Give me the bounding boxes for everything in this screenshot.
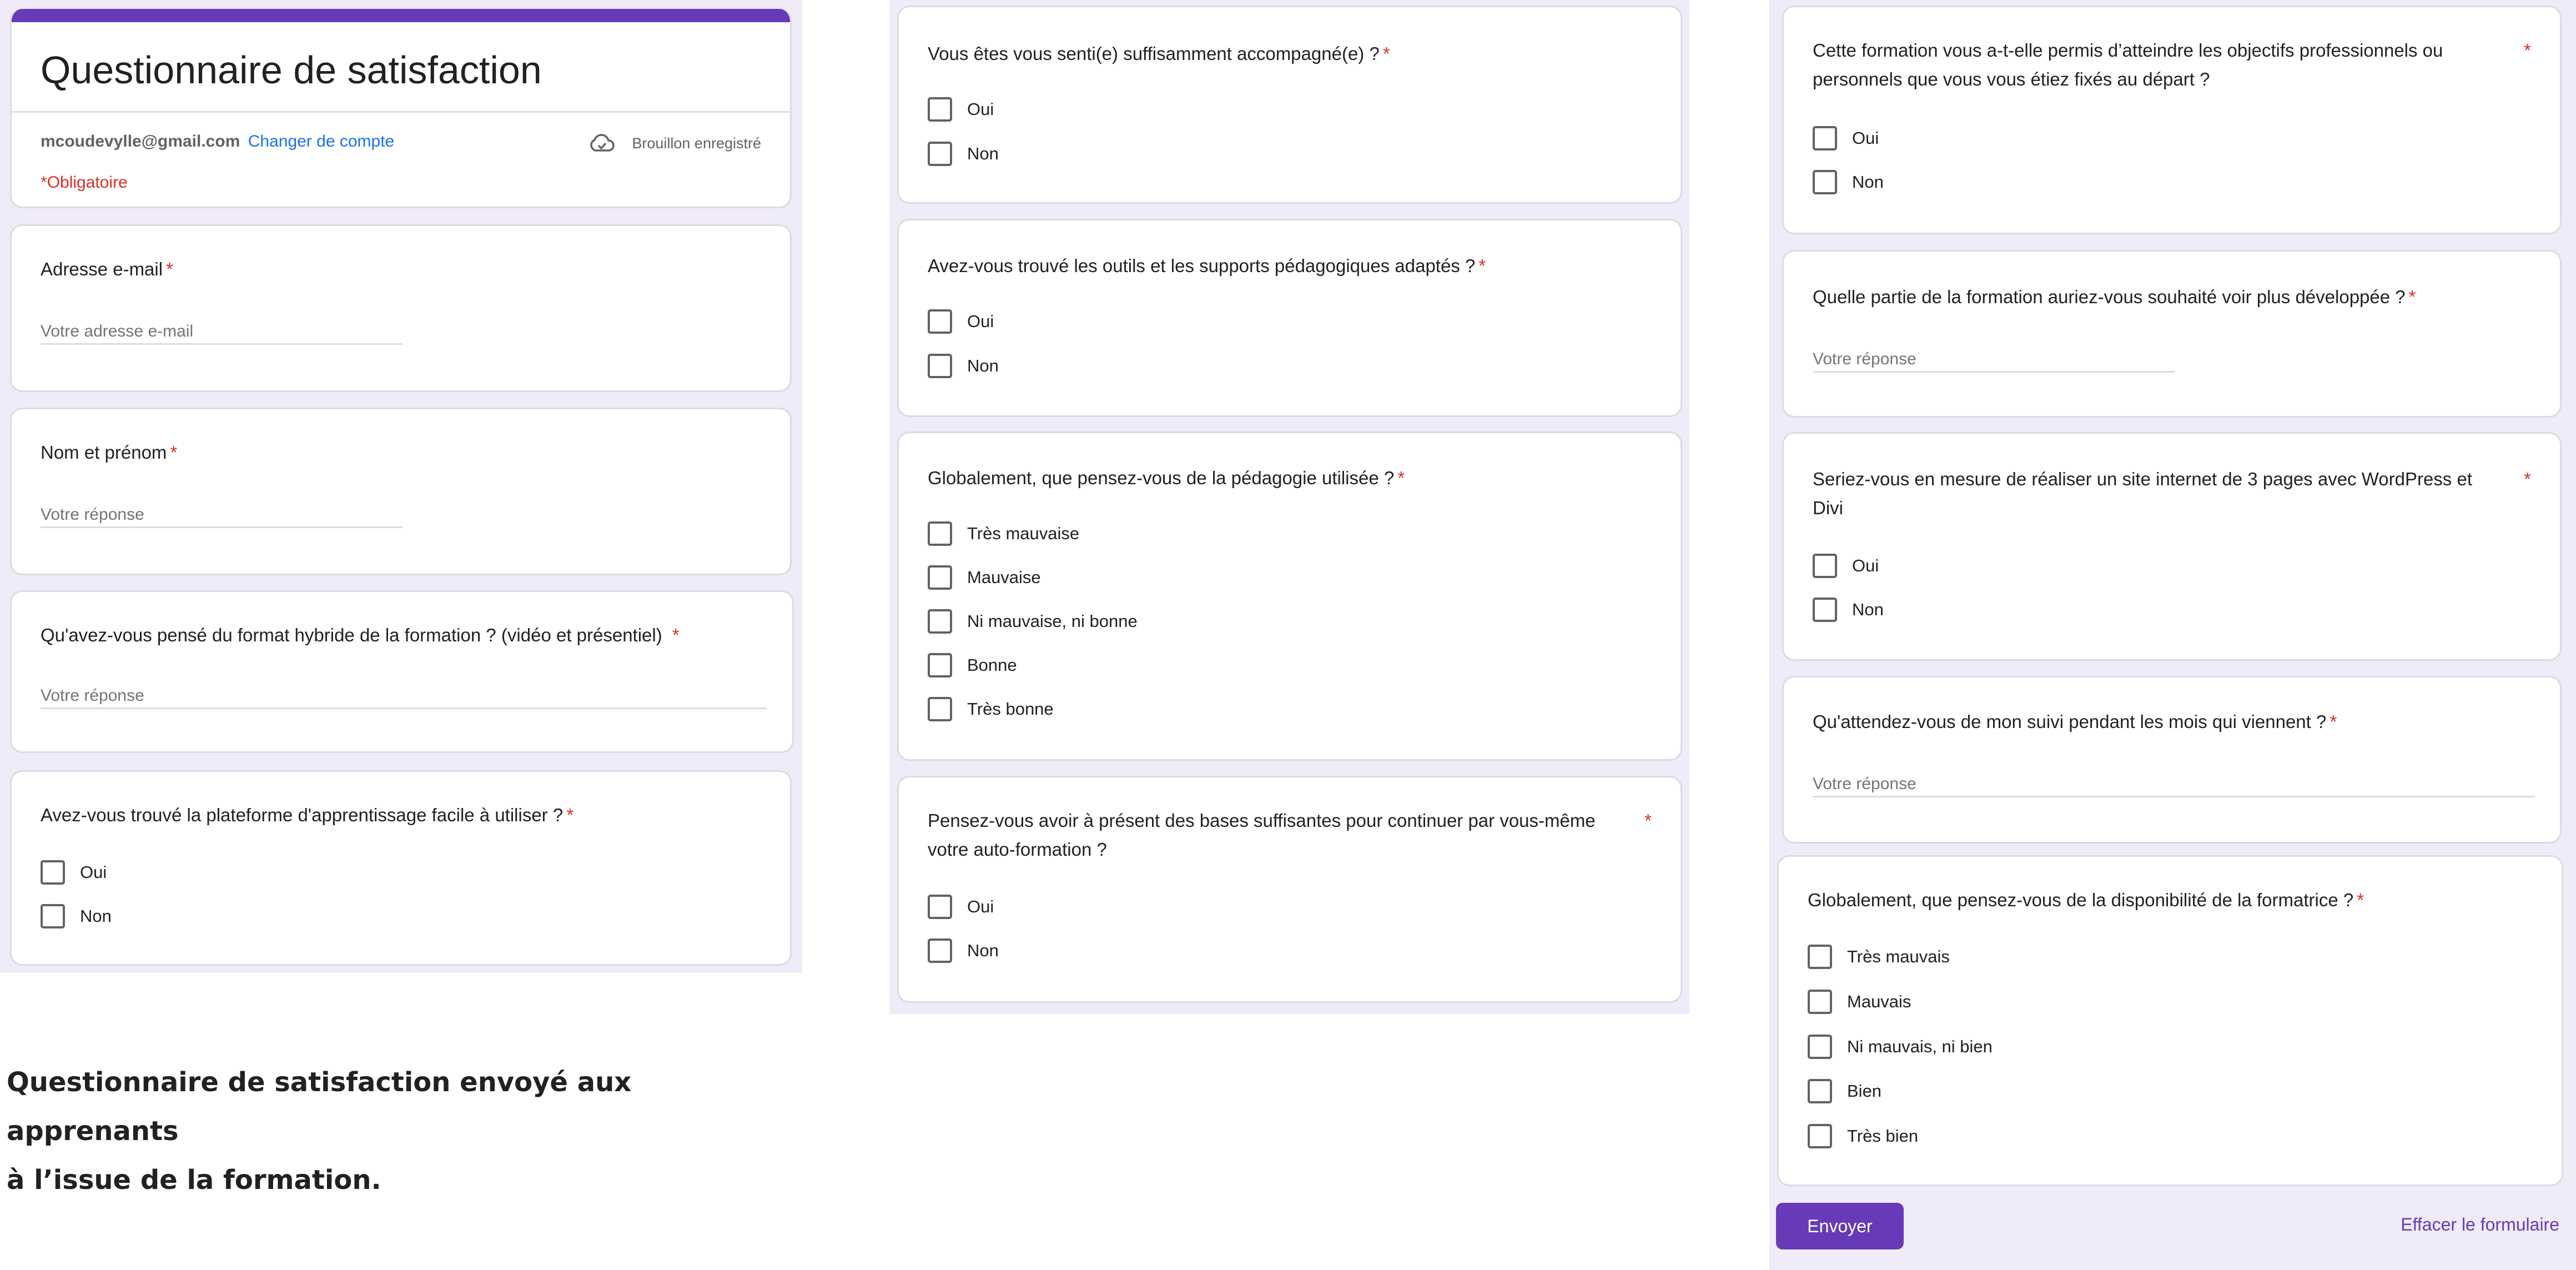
form-title: Questionnaire de satisfaction bbox=[41, 48, 542, 92]
checkbox[interactable] bbox=[1808, 1079, 1832, 1103]
email-input[interactable] bbox=[41, 319, 402, 345]
checkbox-option[interactable]: Non bbox=[928, 140, 999, 167]
question-card-email: Adresse e-mail * bbox=[10, 224, 792, 392]
checkbox-option[interactable]: Très bonne bbox=[928, 696, 1054, 722]
required-star: * bbox=[1644, 810, 1652, 831]
question-label: Adresse e-mail * bbox=[41, 259, 173, 279]
question-label: Nom et prénom * bbox=[41, 442, 178, 463]
hybrid-format-input[interactable] bbox=[41, 684, 767, 709]
checkbox-option[interactable]: Oui bbox=[1813, 125, 1879, 152]
checkbox-option[interactable]: Mauvaise bbox=[928, 564, 1041, 591]
question-card-tools: Avez-vous trouvé les outils et les suppo… bbox=[897, 219, 1682, 417]
checkbox[interactable] bbox=[1808, 945, 1832, 969]
cloud-saved-icon bbox=[590, 134, 615, 152]
question-card-developed: Quelle partie de la formation auriez-vou… bbox=[1782, 250, 2562, 418]
checkbox[interactable] bbox=[41, 904, 65, 928]
form-header-card: Questionnaire de satisfaction mcoudevyll… bbox=[10, 9, 792, 208]
checkbox[interactable] bbox=[928, 521, 952, 546]
question-label: Cette formation vous a-t-elle permis d’a… bbox=[1813, 40, 2443, 89]
checkbox-option[interactable]: Bonne bbox=[928, 652, 1017, 679]
form-panel-left: Questionnaire de satisfaction mcoudevyll… bbox=[0, 0, 802, 973]
question-card-support: Vous êtes vous senti(e) suffisamment acc… bbox=[897, 6, 1682, 204]
question-label: Avez-vous trouvé les outils et les suppo… bbox=[928, 255, 1486, 276]
question-card-objectives: Cette formation vous a-t-elle permis d’a… bbox=[1782, 6, 2562, 234]
checkbox-option[interactable]: Oui bbox=[928, 893, 994, 920]
checkbox-option[interactable]: Bien bbox=[1808, 1078, 1881, 1105]
account-line: mcoudevylle@gmail.com Changer de compte bbox=[41, 132, 394, 151]
checkbox[interactable] bbox=[928, 354, 952, 378]
form-panel-right: Cette formation vous a-t-elle permis d’a… bbox=[1769, 0, 2576, 1270]
question-label: Pensez-vous avoir à présent des bases su… bbox=[928, 810, 1596, 860]
checkbox-option[interactable]: Très bien bbox=[1808, 1123, 1918, 1149]
account-email: mcoudevylle@gmail.com bbox=[41, 132, 240, 150]
question-card-hybrid-format: Qu'avez-vous pensé du format hybride de … bbox=[10, 590, 794, 753]
checkbox[interactable] bbox=[928, 565, 952, 590]
checkbox-option[interactable]: Non bbox=[928, 937, 999, 964]
required-star: * bbox=[2524, 40, 2531, 61]
form-panel-middle: Vous êtes vous senti(e) suffisamment acc… bbox=[889, 0, 1689, 1014]
question-card-pedagogy: Globalement, que pensez-vous de la pédag… bbox=[897, 431, 1682, 761]
checkbox[interactable] bbox=[41, 860, 65, 885]
clear-form-link[interactable]: Effacer le formulaire bbox=[2401, 1214, 2559, 1235]
header-divider bbox=[12, 111, 790, 113]
question-card-availability: Globalement, que pensez-vous de la dispo… bbox=[1777, 855, 2563, 1186]
question-label: Qu'attendez-vous de mon suivi pendant le… bbox=[1813, 711, 2337, 732]
checkbox[interactable] bbox=[1813, 598, 1837, 622]
question-card-basics: Pensez-vous avoir à présent des bases su… bbox=[897, 776, 1682, 1003]
checkbox[interactable] bbox=[1808, 1035, 1832, 1059]
checkbox[interactable] bbox=[928, 938, 952, 963]
followup-input[interactable] bbox=[1813, 772, 2534, 797]
draft-status: Brouillon enregistré bbox=[588, 132, 761, 154]
name-input[interactable] bbox=[41, 503, 402, 528]
checkbox[interactable] bbox=[928, 653, 952, 677]
checkbox[interactable] bbox=[928, 142, 952, 166]
question-card-name: Nom et prénom * bbox=[10, 408, 792, 575]
question-label: Globalement, que pensez-vous de la dispo… bbox=[1808, 890, 2364, 910]
question-card-wordpress: Seriez-vous en mesure de réaliser un sit… bbox=[1782, 432, 2562, 661]
checkbox-option[interactable]: Oui bbox=[928, 96, 994, 123]
checkbox[interactable] bbox=[928, 609, 952, 634]
change-account-link[interactable]: Changer de compte bbox=[248, 132, 395, 150]
submit-button[interactable]: Envoyer bbox=[1776, 1203, 1904, 1249]
draft-status-label: Brouillon enregistré bbox=[632, 134, 761, 152]
checkbox-option[interactable]: Oui bbox=[928, 308, 994, 335]
checkbox[interactable] bbox=[928, 97, 952, 122]
checkbox[interactable] bbox=[928, 895, 952, 919]
checkbox[interactable] bbox=[1813, 170, 1837, 194]
question-label: Seriez-vous en mesure de réaliser un sit… bbox=[1813, 469, 2472, 518]
question-card-platform: Avez-vous trouvé la plateforme d'apprent… bbox=[10, 770, 792, 966]
accent-bar bbox=[12, 9, 790, 22]
checkbox-option[interactable]: Non bbox=[1813, 169, 1884, 195]
caption-line-1: Questionnaire de satisfaction envoyé aux… bbox=[7, 1067, 632, 1147]
checkbox[interactable] bbox=[1808, 1124, 1832, 1148]
checkbox-option[interactable]: Ni mauvais, ni bien bbox=[1808, 1033, 1993, 1060]
caption: Questionnaire de satisfaction envoyé aux… bbox=[7, 1058, 784, 1204]
checkbox-option[interactable]: Mauvais bbox=[1808, 988, 1911, 1015]
checkbox-option[interactable]: Oui bbox=[41, 859, 107, 886]
checkbox-option[interactable]: Non bbox=[928, 353, 999, 379]
checkbox-option[interactable]: Très mauvaise bbox=[928, 520, 1079, 547]
checkbox-option[interactable]: Très mauvais bbox=[1808, 943, 1950, 970]
checkbox-option[interactable]: Non bbox=[1813, 596, 1884, 623]
question-label: Qu'avez-vous pensé du format hybride de … bbox=[41, 625, 680, 645]
checkbox[interactable] bbox=[1813, 554, 1837, 578]
question-card-followup: Qu'attendez-vous de mon suivi pendant le… bbox=[1782, 676, 2562, 844]
question-label: Vous êtes vous senti(e) suffisamment acc… bbox=[928, 43, 1390, 64]
question-label: Globalement, que pensez-vous de la pédag… bbox=[928, 468, 1405, 488]
question-label: Avez-vous trouvé la plateforme d'apprent… bbox=[41, 805, 574, 825]
checkbox[interactable] bbox=[1808, 990, 1832, 1014]
required-note: *Obligatoire bbox=[41, 173, 128, 192]
checkbox[interactable] bbox=[928, 309, 952, 334]
checkbox-option[interactable]: Non bbox=[41, 903, 112, 930]
question-label: Quelle partie de la formation auriez-vou… bbox=[1813, 287, 2416, 307]
required-star: * bbox=[2524, 469, 2531, 489]
checkbox-option[interactable]: Oui bbox=[1813, 553, 1879, 579]
caption-line-2: à l’issue de la formation. bbox=[7, 1164, 381, 1196]
checkbox-option[interactable]: Ni mauvaise, ni bonne bbox=[928, 608, 1138, 635]
checkbox[interactable] bbox=[1813, 126, 1837, 150]
checkbox[interactable] bbox=[928, 697, 952, 721]
developed-input[interactable] bbox=[1813, 347, 2175, 373]
